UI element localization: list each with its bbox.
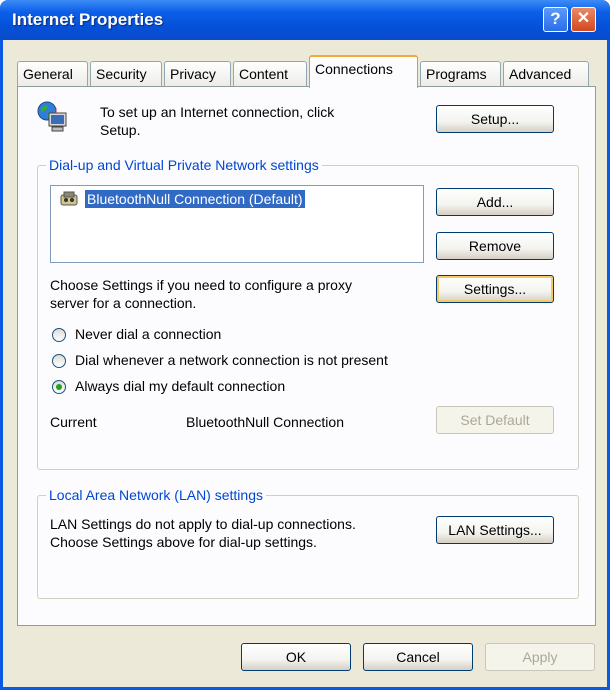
setup-description-line2: Setup. <box>100 122 141 138</box>
apply-button[interactable]: Apply <box>485 643 595 671</box>
lan-settings-button[interactable]: LAN Settings... <box>436 516 554 544</box>
dial-whenever-label[interactable]: Dial whenever a network connection is no… <box>75 352 388 369</box>
tab-privacy[interactable]: Privacy <box>164 61 231 87</box>
network-computer-icon <box>36 100 70 134</box>
always-dial-radio[interactable] <box>52 380 66 394</box>
connection-item[interactable]: BluetoothNull Connection (Default) <box>84 189 306 209</box>
title-bar[interactable]: Internet Properties ? ✕ <box>0 0 610 40</box>
remove-button[interactable]: Remove <box>436 232 554 260</box>
dialup-vpn-legend: Dial-up and Virtual Private Network sett… <box>46 157 322 173</box>
setup-button[interactable]: Setup... <box>436 105 554 133</box>
current-connection-value: BluetoothNull Connection <box>186 414 344 430</box>
always-dial-label[interactable]: Always dial my default connection <box>75 378 285 395</box>
current-label: Current <box>50 414 97 430</box>
never-dial-label[interactable]: Never dial a connection <box>75 326 221 343</box>
settings-button[interactable]: Settings... <box>436 275 554 303</box>
never-dial-radio[interactable] <box>52 328 66 342</box>
close-icon: ✕ <box>576 10 591 27</box>
add-button[interactable]: Add... <box>436 188 554 216</box>
ok-button[interactable]: OK <box>241 643 351 671</box>
dialup-vpn-group: Dial-up and Virtual Private Network sett… <box>37 157 579 470</box>
lan-settings-legend: Local Area Network (LAN) settings <box>46 487 266 503</box>
setup-description-line1: To set up an Internet connection, click <box>100 104 335 120</box>
cancel-button[interactable]: Cancel <box>363 643 473 671</box>
tab-content[interactable]: Content <box>233 61 307 87</box>
tab-security[interactable]: Security <box>90 61 162 87</box>
tab-general[interactable]: General <box>17 61 88 87</box>
tab-connections[interactable]: Connections <box>309 55 418 88</box>
internet-properties-window: Internet Properties ? ✕ General Security… <box>0 0 610 690</box>
settings-description-line2: server for a connection. <box>50 295 197 311</box>
help-icon: ? <box>550 9 561 28</box>
dialup-connection-icon <box>58 189 80 209</box>
lan-description-line2: Choose Settings above for dial-up settin… <box>50 534 317 550</box>
dialog-client-area: General Security Privacy Content Connect… <box>3 40 607 687</box>
lan-description-line1: LAN Settings do not apply to dial-up con… <box>50 516 356 532</box>
close-button[interactable]: ✕ <box>571 7 596 32</box>
lan-settings-group: Local Area Network (LAN) settings LAN Se… <box>37 487 579 599</box>
tab-advanced[interactable]: Advanced <box>503 61 589 87</box>
set-default-button[interactable]: Set Default <box>436 406 554 434</box>
connections-listbox[interactable]: BluetoothNull Connection (Default) <box>50 185 424 263</box>
help-button[interactable]: ? <box>543 7 568 32</box>
settings-description-line1: Choose Settings if you need to configure… <box>50 277 352 293</box>
dial-whenever-radio[interactable] <box>52 354 66 368</box>
tab-programs[interactable]: Programs <box>420 61 501 87</box>
window-title: Internet Properties <box>12 10 164 29</box>
connections-panel: To set up an Internet connection, click … <box>17 86 596 626</box>
